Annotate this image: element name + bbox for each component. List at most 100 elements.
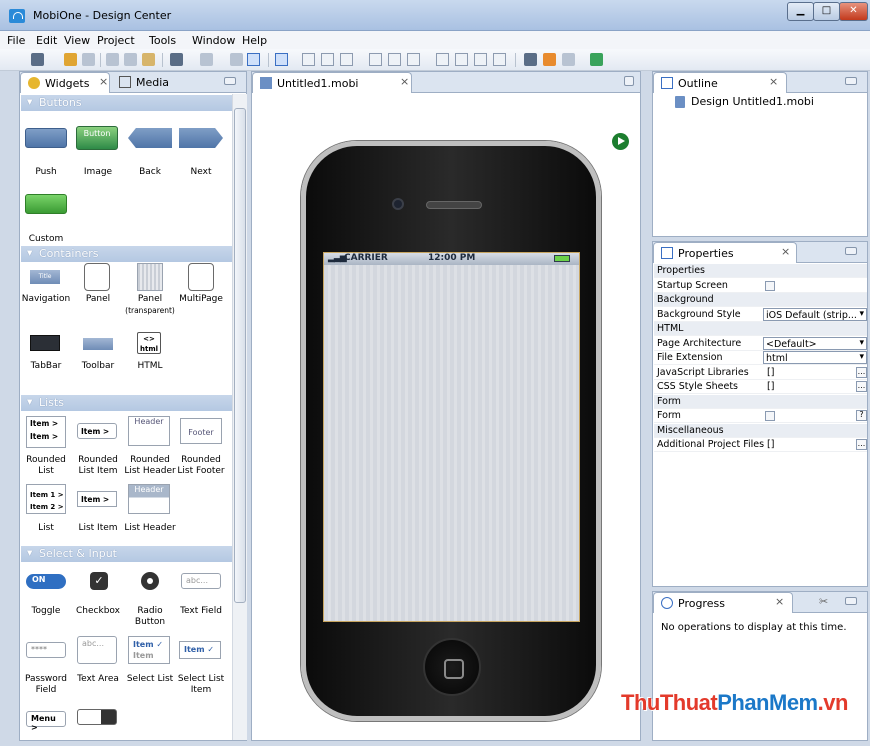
new-tab-icon[interactable] [418, 72, 440, 93]
toggle-widget[interactable]: ON [26, 574, 66, 589]
panel-widget[interactable] [84, 263, 110, 291]
link-mode-icon[interactable] [247, 53, 260, 66]
tab-progress[interactable]: Progress × [653, 592, 793, 613]
push-button-widget[interactable] [25, 128, 67, 148]
menu-project[interactable]: Project [97, 34, 135, 47]
next-button-widget[interactable] [179, 128, 223, 148]
screenshot-icon[interactable] [524, 53, 537, 66]
property-row[interactable]: Page Architecture <Default> [654, 336, 867, 351]
property-list-value[interactable]: [] [763, 380, 867, 393]
checkbox[interactable] [765, 411, 775, 421]
align-center-icon[interactable] [321, 53, 334, 66]
apple-device-icon[interactable] [170, 53, 183, 66]
ellipsis-button[interactable]: ... [856, 366, 867, 378]
property-row[interactable]: Form? [654, 409, 867, 423]
property-list-value[interactable]: [] [763, 366, 867, 379]
property-row[interactable]: CSS Style Sheets []... [654, 380, 867, 394]
align-middle-icon[interactable] [388, 53, 401, 66]
property-checkbox[interactable] [763, 409, 867, 422]
ellipsis-button[interactable]: ... [856, 439, 867, 450]
tabbar-widget[interactable] [30, 335, 60, 351]
multipage-widget[interactable] [188, 263, 214, 291]
align-bottom-icon[interactable] [407, 53, 420, 66]
deploy-icon[interactable] [200, 53, 213, 66]
navigation-widget[interactable]: Title [30, 270, 60, 284]
rounded-list-item-widget[interactable]: Item > [77, 423, 117, 439]
align-icon[interactable] [230, 53, 243, 66]
back-button-widget[interactable] [128, 128, 172, 148]
checkbox-widget[interactable]: ✓ [90, 572, 108, 590]
palette-scroll-thumb[interactable] [234, 108, 246, 603]
menu-window[interactable]: Window [192, 34, 235, 47]
custom-button-widget[interactable] [25, 194, 67, 214]
cut-icon[interactable] [124, 53, 137, 66]
menu-tools[interactable]: Tools [149, 34, 176, 47]
section-lists[interactable]: Lists [21, 395, 232, 411]
radio-button-widget[interactable] [141, 572, 159, 590]
list-widget[interactable]: Item 1 > Item 2 > [26, 484, 66, 514]
property-checkbox[interactable] [763, 279, 867, 292]
minimize-button[interactable]: ▁ [787, 2, 814, 21]
move-up-icon[interactable] [455, 53, 468, 66]
section-containers[interactable]: Containers [21, 246, 232, 262]
minimize-panel-icon[interactable] [845, 597, 857, 605]
menu-file[interactable]: File [7, 34, 25, 47]
menu-widget[interactable]: Menu > [26, 711, 66, 732]
checkbox[interactable] [765, 280, 775, 291]
close-tab-icon[interactable]: × [781, 245, 790, 258]
save-icon[interactable] [82, 53, 95, 66]
close-tab-icon[interactable]: × [99, 75, 108, 88]
palette-scrollbar[interactable] [232, 94, 247, 740]
wifi-icon[interactable] [590, 53, 603, 66]
new-file-icon[interactable] [31, 53, 44, 66]
image-button-widget[interactable]: Button [76, 126, 118, 150]
open-folder-icon[interactable] [64, 53, 77, 66]
property-row[interactable]: Additional Project Files[]... [654, 438, 867, 452]
rounded-list-footer-widget[interactable]: Footer [180, 418, 222, 444]
picker-widget[interactable] [77, 709, 117, 725]
section-buttons[interactable]: Buttons [21, 95, 232, 111]
property-select[interactable]: html [763, 351, 867, 364]
paste-icon[interactable] [142, 53, 155, 66]
grid-icon[interactable] [275, 53, 288, 66]
run-icon[interactable] [612, 133, 629, 150]
help-icon[interactable]: ? [856, 410, 867, 421]
maximize-button[interactable]: □ [813, 2, 840, 21]
design-canvas[interactable]: ▂▃▅ CARRIER 12:00 PM [253, 94, 639, 739]
tab-media[interactable]: Media [112, 72, 192, 93]
tab-untitled1[interactable]: Untitled1.mobi × [252, 72, 412, 93]
menu-help[interactable]: Help [242, 34, 267, 47]
text-area-widget[interactable]: abc... [77, 636, 117, 664]
align-top-icon[interactable] [369, 53, 382, 66]
property-row[interactable]: Background Style iOS Default (strip... [654, 307, 867, 322]
select-list-widget[interactable]: Item ✓ Item [128, 636, 170, 664]
property-row[interactable]: File Extension html [654, 351, 867, 365]
build-icon[interactable] [562, 53, 575, 66]
section-select-input[interactable]: Select & Input [21, 546, 232, 562]
menu-edit[interactable]: Edit [36, 34, 57, 47]
align-right-icon[interactable] [340, 53, 353, 66]
phone-screen[interactable]: ▂▃▅ CARRIER 12:00 PM [323, 252, 580, 622]
close-tab-icon[interactable]: × [769, 75, 778, 88]
panel-transparent-widget[interactable] [137, 263, 163, 291]
copy-icon[interactable] [106, 53, 119, 66]
close-tab-icon[interactable]: × [400, 75, 409, 88]
outline-tree-item[interactable]: Design Untitled1.mobi [675, 95, 814, 108]
password-field-widget[interactable]: **** [26, 642, 66, 658]
close-button[interactable]: ✕ [839, 2, 868, 21]
move-down-icon[interactable] [474, 53, 487, 66]
close-tab-icon[interactable]: × [775, 595, 784, 608]
select-list-item-widget[interactable]: Item ✓ [179, 641, 221, 659]
maximize-editor-icon[interactable] [624, 76, 634, 86]
property-select[interactable]: iOS Default (strip... [763, 307, 867, 321]
bring-front-icon[interactable] [436, 53, 449, 66]
rounded-list-widget[interactable]: Item > Item > [26, 416, 66, 448]
align-left-icon[interactable] [302, 53, 315, 66]
rounded-list-header-widget[interactable]: Header [128, 416, 170, 446]
property-row[interactable]: JavaScript Libraries []... [654, 366, 867, 380]
tab-widgets[interactable]: Widgets × [20, 72, 110, 93]
remove-all-icon[interactable]: ✂ [819, 595, 828, 608]
list-header-widget[interactable]: Header [128, 484, 170, 514]
toolbar-widget[interactable] [83, 338, 113, 350]
minimize-panel-icon[interactable] [224, 77, 236, 85]
